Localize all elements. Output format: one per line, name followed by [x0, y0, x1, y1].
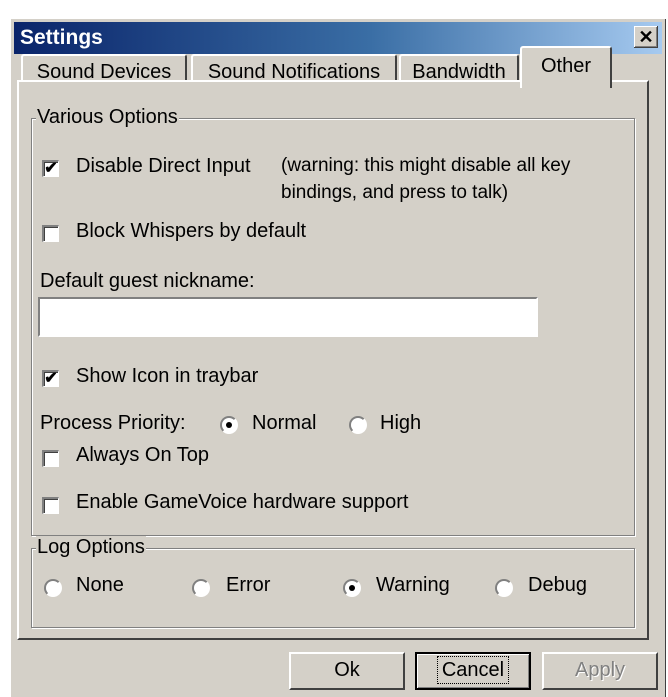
log-error-label: Error [226, 574, 271, 596]
show-icon-traybar-checkbox[interactable]: ✔ [42, 370, 59, 387]
direct-input-warning-line2: bindings, and press to talk) [281, 182, 509, 203]
tab-label: Other [540, 55, 592, 77]
gamevoice-label: Enable GameVoice hardware support [76, 491, 409, 513]
block-whispers-label: Block Whispers by default [76, 220, 307, 242]
direct-input-warning-line1: (warning: this might disable all key [281, 155, 571, 176]
priority-high-label: High [380, 412, 422, 434]
radio-selected-dot [349, 585, 355, 591]
block-whispers-checkbox[interactable] [42, 225, 59, 242]
show-icon-traybar-label: Show Icon in traybar [76, 365, 259, 387]
radio-selected-dot [226, 422, 232, 428]
priority-normal-radio[interactable] [220, 416, 238, 434]
process-priority-label: Process Priority: [40, 412, 186, 434]
group-title: Various Options [36, 106, 179, 129]
log-debug-label: Debug [528, 574, 587, 596]
log-none-label: None [76, 574, 124, 596]
window-title: Settings [20, 26, 103, 49]
priority-high-radio[interactable] [349, 416, 367, 434]
guest-nickname-label: Default guest nickname: [40, 270, 255, 292]
group-title: Log Options [36, 536, 146, 559]
log-error-radio[interactable] [192, 579, 210, 597]
log-warning-label: Warning [376, 574, 450, 596]
always-on-top-checkbox[interactable] [42, 450, 59, 467]
cancel-button[interactable]: Cancel [415, 652, 531, 690]
cancel-button-label: Cancel [436, 656, 510, 684]
always-on-top-label: Always On Top [76, 444, 210, 466]
guest-nickname-input[interactable] [38, 297, 538, 337]
log-none-radio[interactable] [44, 579, 62, 597]
tab-other[interactable]: Other [520, 46, 612, 88]
disable-direct-input-checkbox[interactable]: ✔ [42, 160, 59, 177]
log-warning-radio[interactable] [343, 579, 361, 597]
ok-button[interactable]: Ok [289, 652, 405, 690]
apply-button[interactable]: Apply [542, 652, 658, 690]
priority-normal-label: Normal [252, 412, 317, 434]
close-icon[interactable]: ✕ [634, 26, 658, 48]
gamevoice-checkbox[interactable] [42, 497, 59, 514]
log-debug-radio[interactable] [495, 579, 513, 597]
disable-direct-input-label: Disable Direct Input [76, 155, 251, 177]
